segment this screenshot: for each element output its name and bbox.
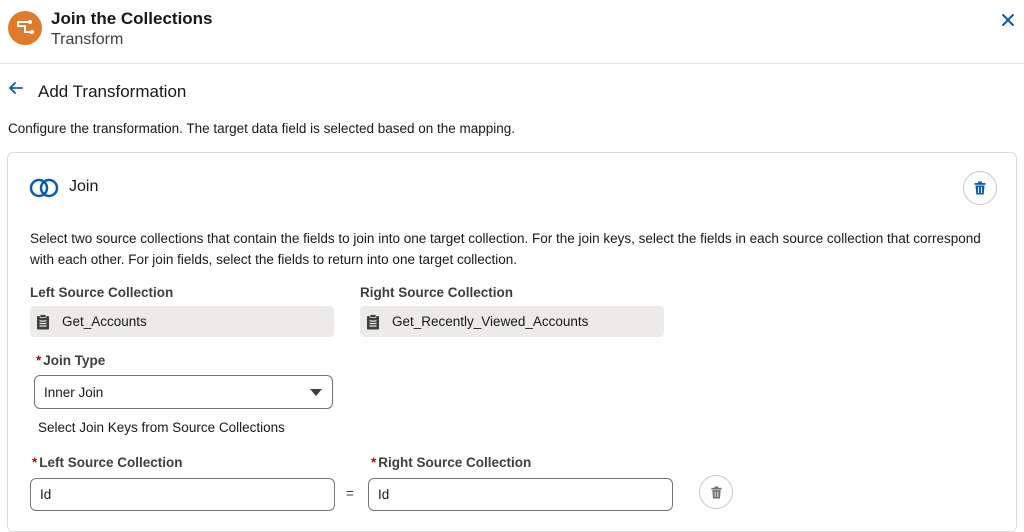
close-icon[interactable] [998,10,1018,30]
chevron-down-icon [310,389,322,396]
key-left-value: Id [40,487,52,502]
join-type-label: * Join Type [36,353,105,368]
required-asterisk: * [36,353,42,368]
trash-icon [710,485,722,499]
key-left-input[interactable]: Id [30,478,335,511]
join-card [7,152,1017,532]
key-left-label: * Left Source Collection [32,455,183,470]
right-source-value: Get_Recently_Viewed_Accounts [392,314,589,329]
transform-icon [8,11,42,45]
right-source-label: Right Source Collection [360,285,514,300]
card-title: Join [69,178,99,195]
section-description: Configure the transformation. The target… [8,121,516,136]
join-type-select[interactable]: Inner Join [34,375,333,409]
key-right-input[interactable]: Id [368,478,673,511]
required-asterisk: * [371,455,377,470]
arrow-left-icon[interactable] [8,80,28,100]
required-asterisk: * [32,455,38,470]
join-circles-icon [28,178,60,198]
equals-sign: = [346,486,354,501]
panel-subtitle: Transform [51,31,124,48]
join-type-value: Inner Join [44,384,104,400]
delete-transformation-button[interactable] [963,171,997,205]
section-title: Add Transformation [38,82,187,101]
trash-icon [974,181,986,195]
right-source-field: Get_Recently_Viewed_Accounts [360,306,664,337]
join-keys-heading: Select Join Keys from Source Collections [38,420,285,435]
left-source-field: Get_Accounts [30,306,334,337]
clipboard-icon [366,313,380,330]
left-source-value: Get_Accounts [62,314,147,329]
join-type-label-text: Join Type [43,353,106,368]
key-right-value: Id [378,487,390,502]
key-right-label-text: Right Source Collection [378,455,532,470]
delete-join-key-button[interactable] [699,475,733,509]
panel-title: Join the Collections [51,9,213,28]
clipboard-icon [36,313,50,330]
left-source-label: Left Source Collection [30,285,174,300]
key-right-label: * Right Source Collection [371,455,531,470]
key-left-label-text: Left Source Collection [39,455,183,470]
card-description: Select two source collections that conta… [30,231,981,267]
